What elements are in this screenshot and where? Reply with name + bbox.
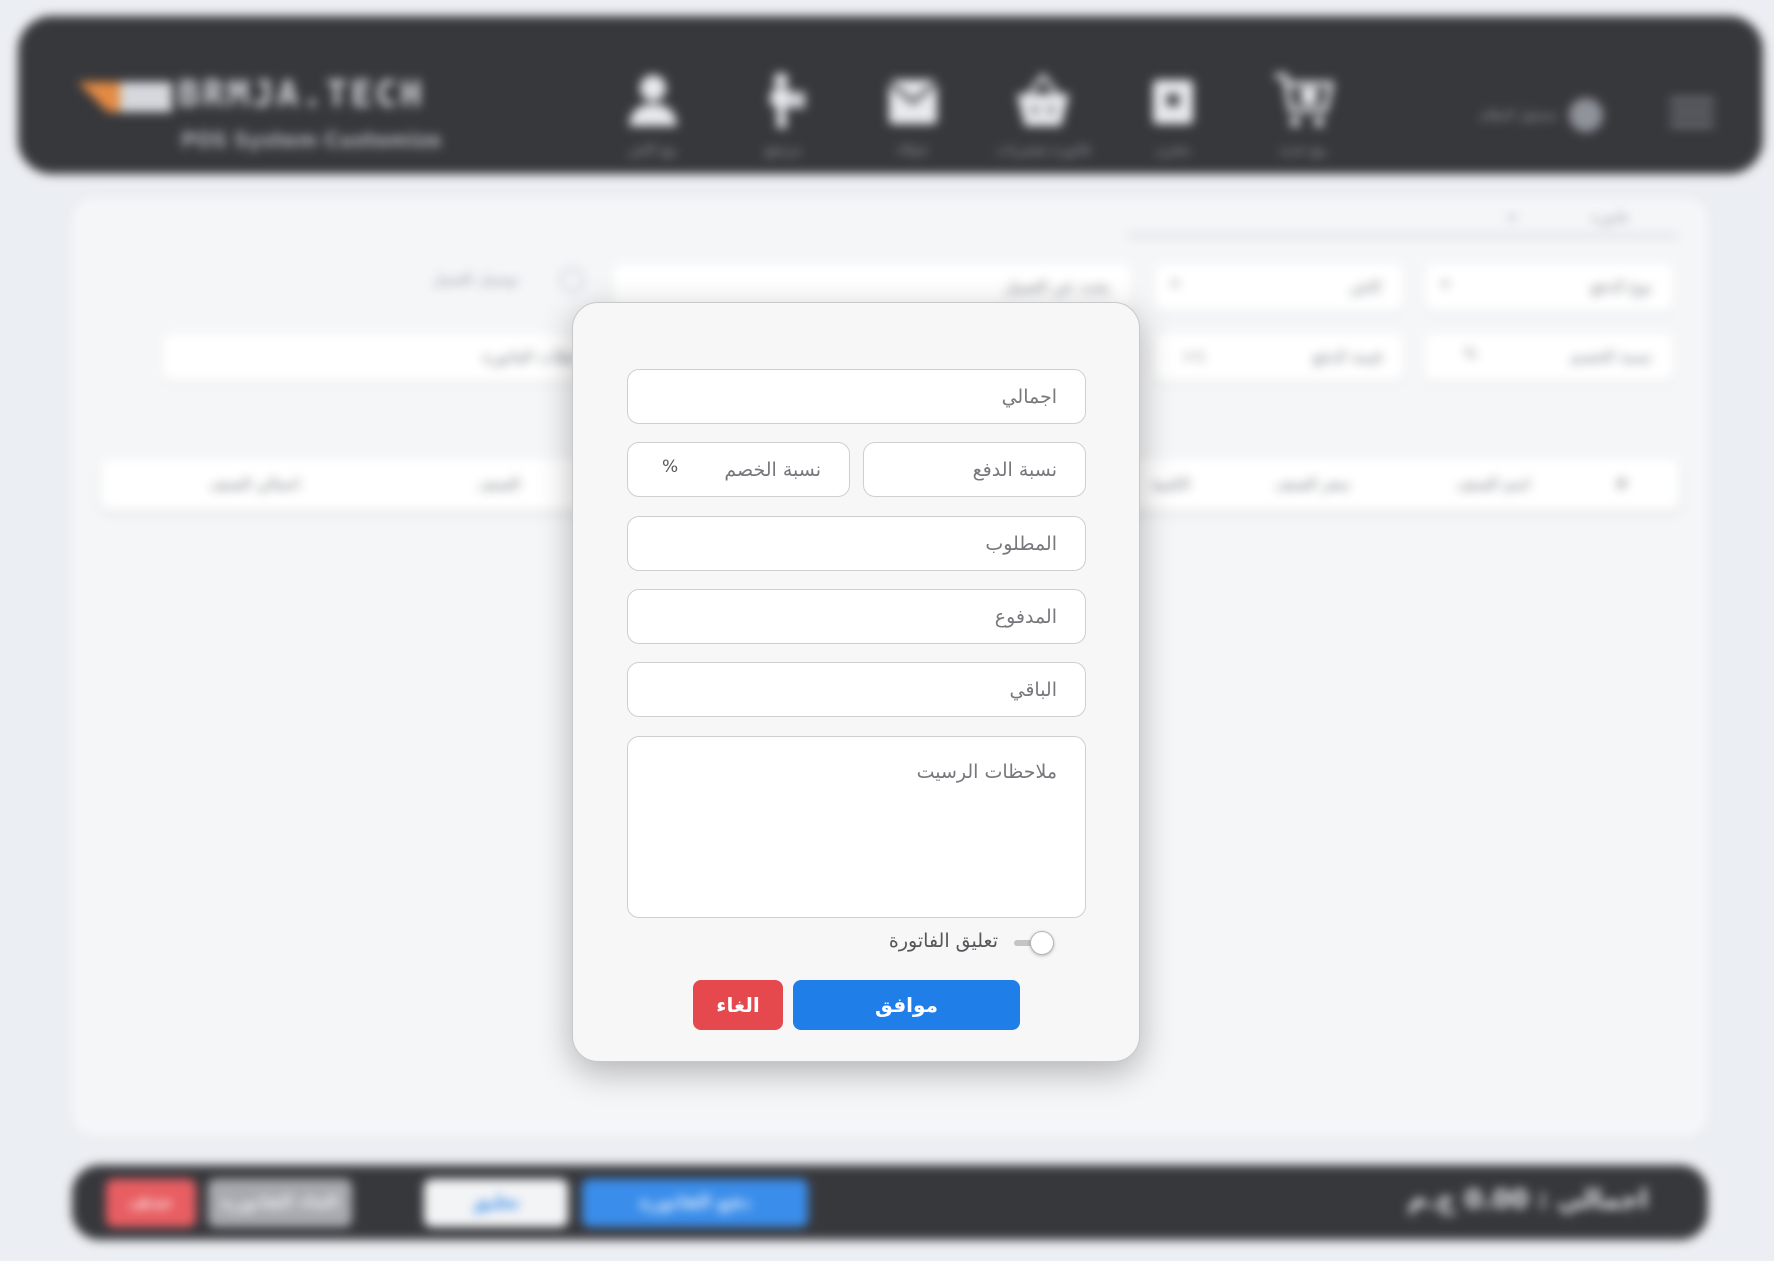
toggle-knob bbox=[1030, 931, 1054, 955]
discount-rate-field[interactable] bbox=[627, 442, 850, 497]
receipt-notes-field[interactable] bbox=[627, 736, 1086, 918]
cancel-button[interactable]: الغاء bbox=[693, 980, 783, 1030]
remaining-amount-field[interactable] bbox=[627, 662, 1086, 717]
payment-rate-field[interactable] bbox=[863, 442, 1086, 497]
required-amount-field[interactable] bbox=[627, 516, 1086, 571]
total-field[interactable] bbox=[627, 369, 1086, 424]
ok-button[interactable]: موافق bbox=[793, 980, 1020, 1030]
paid-amount-field[interactable] bbox=[627, 589, 1086, 644]
percent-symbol: % bbox=[662, 457, 679, 477]
hold-invoice-label: تعليق الفاتورة bbox=[888, 930, 998, 952]
hold-invoice-toggle[interactable] bbox=[1012, 929, 1060, 957]
